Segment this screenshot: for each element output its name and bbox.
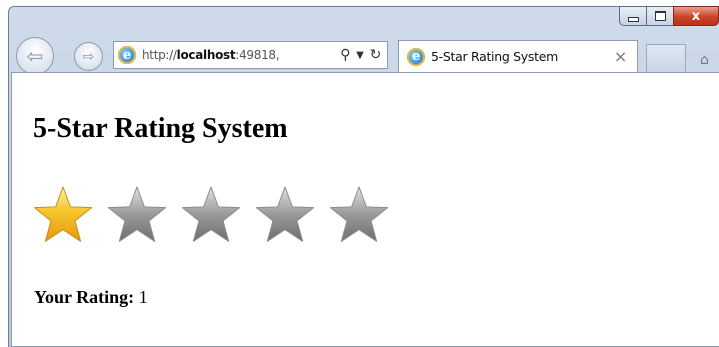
star-empty-icon[interactable] [178, 185, 244, 247]
minimize-icon [627, 16, 639, 22]
tab-close-icon[interactable]: × [614, 47, 627, 66]
maximize-icon [654, 11, 666, 21]
maximize-button[interactable] [646, 6, 674, 26]
tab-active[interactable]: e 5-Star Rating System × [398, 40, 638, 72]
back-button[interactable]: ⇦ [16, 37, 54, 75]
minimize-button[interactable] [619, 6, 647, 26]
dropdown-arrow-icon[interactable]: ▼ [356, 50, 364, 61]
new-tab-button[interactable] [646, 44, 686, 72]
search-icon[interactable]: ⚲ [340, 47, 350, 63]
tab-ie-icon: e [407, 47, 425, 66]
address-bar[interactable]: e http://localhost:49818, ⚲ ▼ ↻ [113, 41, 388, 69]
back-arrow-icon: ⇦ [26, 44, 44, 68]
page-content: 5-Star Rating System Your Rating: 1 [11, 72, 719, 347]
star-empty-icon[interactable] [252, 185, 318, 247]
window-caption-buttons: x [619, 6, 719, 28]
address-prefix: http:// [142, 48, 177, 62]
star-rating [30, 185, 400, 247]
address-tools: ⚲ ▼ ↻ [340, 47, 387, 63]
star-filled-icon[interactable] [30, 185, 96, 247]
tab-title: 5-Star Rating System [431, 49, 558, 64]
rating-label: Your Rating: [34, 287, 135, 307]
close-icon: x [691, 8, 701, 24]
refresh-icon[interactable]: ↻ [370, 47, 382, 63]
page-title: 5-Star Rating System [33, 113, 288, 144]
star-empty-icon[interactable] [104, 185, 170, 247]
forward-button[interactable]: ⇨ [74, 42, 103, 71]
star-empty-icon[interactable] [326, 185, 392, 247]
close-window-button[interactable]: x [673, 6, 719, 26]
rating-line: Your Rating: 1 [34, 287, 148, 308]
rating-value: 1 [138, 287, 148, 307]
forward-arrow-icon: ⇨ [82, 48, 95, 65]
address-host: localhost [176, 48, 236, 62]
home-icon[interactable]: ⌂ [700, 52, 709, 68]
address-port: :49818, [235, 48, 280, 62]
ie-icon: e [118, 46, 136, 64]
